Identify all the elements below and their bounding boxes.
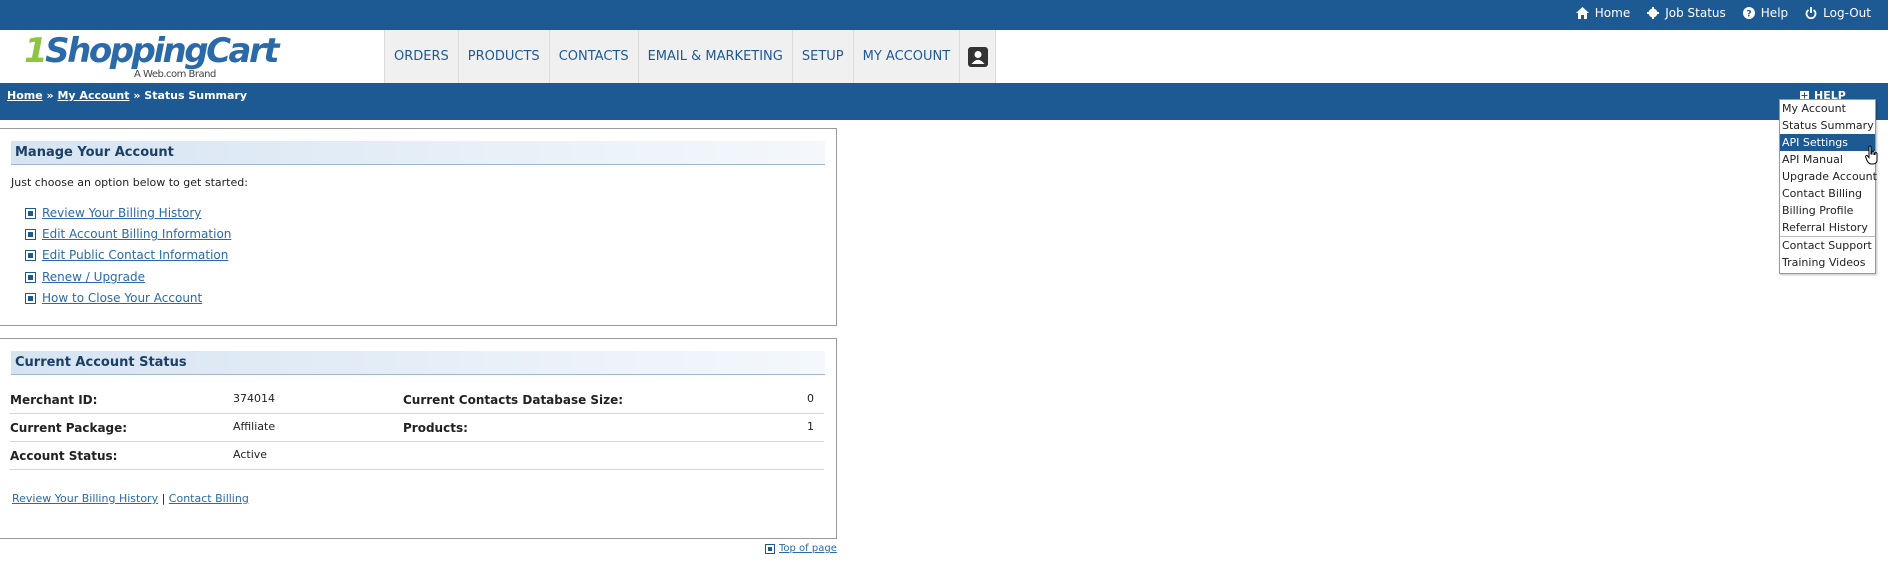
- menu-item-billing-profile[interactable]: Billing Profile: [1780, 202, 1875, 219]
- job-status-link[interactable]: Job Status: [1647, 6, 1726, 20]
- arrow-box-icon: [25, 228, 36, 240]
- footer-contact-billing-link[interactable]: Contact Billing: [169, 492, 249, 505]
- menu-item-training-videos[interactable]: Training Videos: [1780, 254, 1875, 271]
- manage-account-title: Manage Your Account: [11, 141, 825, 165]
- job-status-label: Job Status: [1665, 6, 1726, 20]
- menu-item-api-settings[interactable]: API Settings: [1780, 134, 1875, 151]
- status-footer-links: Review Your Billing History | Contact Bi…: [12, 492, 249, 505]
- help-icon: ?: [1742, 7, 1755, 20]
- footer-separator: |: [161, 492, 166, 505]
- account-status-label: Account Status:: [10, 449, 118, 463]
- home-link-label: Home: [1594, 6, 1631, 20]
- table-row: Account Status: Active: [10, 442, 824, 470]
- list-item: Edit Public Contact Information: [25, 248, 228, 262]
- logo-subtitle: A Web.com Brand: [134, 69, 216, 80]
- breadcrumb-current: Status Summary: [144, 89, 248, 102]
- list-item: Edit Account Billing Information: [25, 227, 231, 241]
- menu-item-status-summary[interactable]: Status Summary: [1780, 117, 1875, 134]
- breadcrumb-bar: Home » My Account » Status Summary HELP: [0, 83, 1888, 120]
- menu-item-api-manual[interactable]: API Manual: [1780, 151, 1875, 168]
- user-card-icon: [967, 46, 988, 67]
- help-dropdown-menu: My Account Status Summary API Settings A…: [1779, 99, 1877, 274]
- svg-text:?: ?: [1746, 10, 1751, 20]
- list-item: How to Close Your Account: [25, 291, 202, 305]
- edit-contact-info-link[interactable]: Edit Public Contact Information: [42, 248, 228, 262]
- merchant-id-value: 374014: [233, 392, 275, 405]
- home-link[interactable]: Home: [1575, 6, 1631, 20]
- package-label: Current Package:: [10, 421, 128, 435]
- logout-link[interactable]: Log-Out: [1805, 6, 1871, 20]
- package-value: Affiliate: [233, 420, 276, 433]
- menu-item-contact-support[interactable]: Contact Support: [1780, 237, 1875, 254]
- menu-item-referral-history[interactable]: Referral History: [1780, 219, 1875, 236]
- edit-billing-info-link[interactable]: Edit Account Billing Information: [42, 227, 231, 241]
- table-row: Current Package: Affiliate Products: 1: [10, 414, 824, 442]
- top-links: Home Job Status ? Help Log-Out: [1575, 0, 1871, 26]
- main-nav: ORDERS PRODUCTS CONTACTS EMAIL & MARKETI…: [384, 30, 996, 83]
- review-billing-history-link[interactable]: Review Your Billing History: [42, 206, 201, 220]
- arrow-box-icon: [25, 271, 36, 283]
- top-of-page: Top of page: [765, 543, 837, 554]
- account-status-title: Current Account Status: [11, 351, 825, 375]
- merchant-id-label: Merchant ID:: [10, 393, 98, 407]
- table-row: Merchant ID: 374014 Current Contacts Dat…: [10, 386, 824, 414]
- logout-label: Log-Out: [1823, 6, 1871, 20]
- nav-setup[interactable]: SETUP: [791, 30, 853, 83]
- list-item: Review Your Billing History: [25, 206, 201, 220]
- nav-products[interactable]: PRODUCTS: [457, 30, 549, 83]
- account-status-panel: Current Account Status Merchant ID: 3740…: [0, 338, 837, 539]
- close-account-link[interactable]: How to Close Your Account: [42, 291, 202, 305]
- gear-icon: [1647, 7, 1660, 19]
- power-icon: [1805, 7, 1817, 19]
- arrow-box-icon: [25, 292, 36, 304]
- arrow-box-icon: [25, 207, 36, 219]
- db-size-label: Current Contacts Database Size:: [403, 393, 624, 407]
- products-value: 1: [807, 420, 814, 433]
- list-item: Renew / Upgrade: [25, 270, 145, 284]
- nav-orders[interactable]: ORDERS: [384, 30, 458, 83]
- help-link[interactable]: ? Help: [1742, 6, 1789, 20]
- account-status-value: Active: [233, 448, 268, 461]
- logo-one: 1: [24, 31, 48, 71]
- help-link-label: Help: [1760, 6, 1789, 20]
- hand-cursor-icon: [1865, 145, 1878, 165]
- products-label: Products:: [403, 421, 468, 435]
- nav-email-marketing[interactable]: EMAIL & MARKETING: [637, 30, 792, 83]
- arrow-box-icon: [25, 249, 36, 261]
- menu-item-upgrade-account[interactable]: Upgrade Account: [1780, 168, 1877, 185]
- breadcrumb-separator: »: [46, 89, 54, 102]
- logo-text: ShoppingCart: [45, 31, 279, 71]
- nav-contacts[interactable]: CONTACTS: [548, 30, 638, 83]
- brand-logo[interactable]: 1ShoppingCart A Web.com Brand: [24, 31, 280, 80]
- nav-my-account[interactable]: MY ACCOUNT: [852, 30, 960, 83]
- breadcrumb-separator: »: [133, 89, 141, 102]
- renew-upgrade-link[interactable]: Renew / Upgrade: [42, 270, 145, 284]
- footer-billing-history-link[interactable]: Review Your Billing History: [12, 492, 158, 505]
- breadcrumb-my-account[interactable]: My Account: [57, 89, 129, 102]
- home-icon: [1575, 7, 1589, 19]
- breadcrumb-home[interactable]: Home: [7, 89, 43, 102]
- db-size-value: 0: [807, 392, 814, 405]
- top-bar: Home Job Status ? Help Log-Out: [0, 0, 1888, 30]
- menu-item-contact-billing[interactable]: Contact Billing: [1780, 185, 1875, 202]
- menu-item-my-account[interactable]: My Account: [1780, 100, 1875, 117]
- arrow-up-box-icon: [765, 543, 775, 554]
- breadcrumb: Home » My Account » Status Summary: [7, 89, 247, 102]
- nav-profile-button[interactable]: [959, 30, 996, 83]
- manage-account-panel: Manage Your Account Just choose an optio…: [0, 128, 837, 326]
- manage-intro: Just choose an option below to get start…: [11, 176, 248, 189]
- top-of-page-link[interactable]: Top of page: [779, 543, 837, 554]
